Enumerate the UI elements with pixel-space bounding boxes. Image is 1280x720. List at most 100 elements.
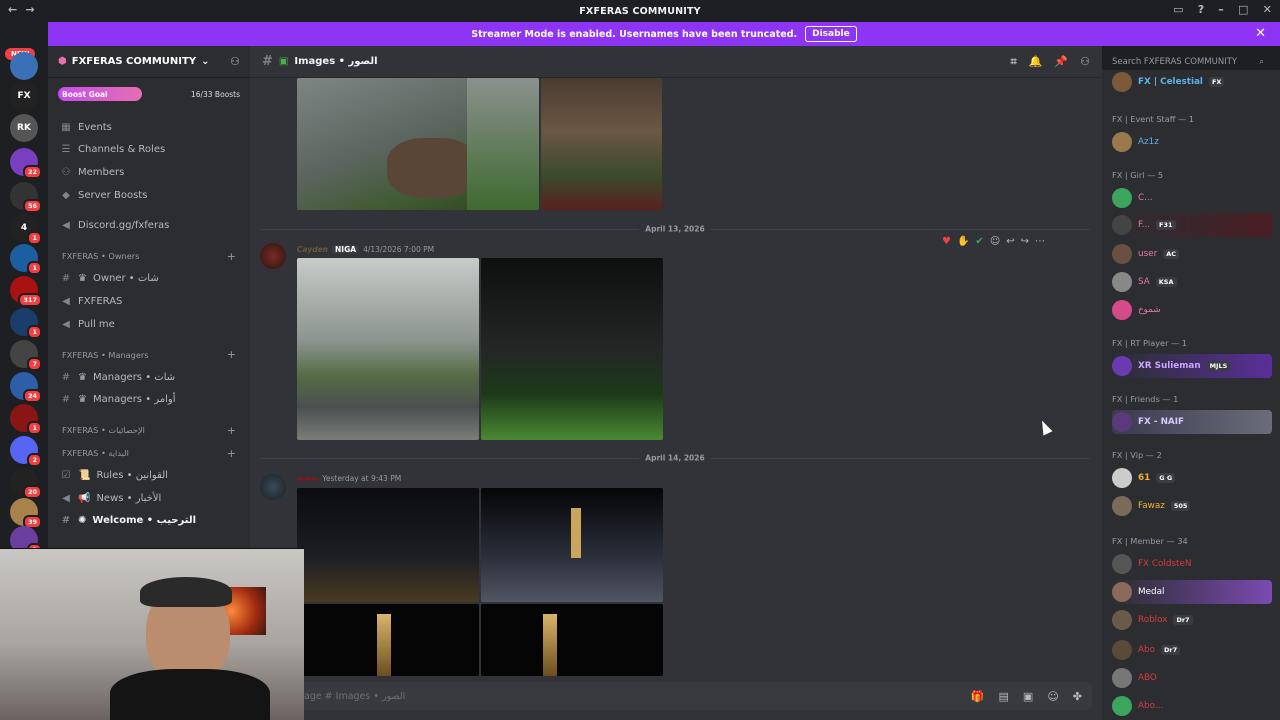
- channel-welcome[interactable]: # ✺ Welcome • الترحيب: [48, 510, 250, 533]
- sidebar-item-members[interactable]: ⚇ Members: [48, 161, 250, 184]
- check-reaction-icon[interactable]: ✔: [975, 236, 983, 247]
- server-icon[interactable]: 20: [10, 468, 42, 499]
- gif-icon[interactable]: ▤: [999, 690, 1009, 703]
- server-icon[interactable]: 41: [10, 214, 42, 245]
- gift-icon[interactable]: 🎁: [971, 690, 985, 703]
- server-icon[interactable]: 1: [10, 244, 42, 275]
- reply-icon[interactable]: ↩: [1006, 236, 1014, 247]
- bell-icon[interactable]: 🔔: [1029, 55, 1043, 69]
- member-item[interactable]: FX ColdsteN: [1112, 552, 1272, 576]
- member-item[interactable]: FX - NAIF: [1112, 410, 1272, 434]
- server-header[interactable]: ⬢ FXFERAS COMMUNITY ⌄ ⚇: [48, 46, 250, 78]
- server-icon[interactable]: 39: [10, 498, 42, 529]
- channel-owner-chat[interactable]: # ♛ Owner • شات: [48, 268, 250, 291]
- member-item[interactable]: user AC: [1112, 242, 1272, 266]
- server-fx-icon[interactable]: FX: [10, 82, 38, 110]
- member-item[interactable]: Medal: [1112, 580, 1272, 604]
- member-list-icon[interactable]: ⚇: [1080, 55, 1090, 69]
- inbox-icon[interactable]: ▭: [1173, 3, 1184, 16]
- sidebar-item-channels-roles[interactable]: ☰ Channels & Roles: [48, 139, 250, 162]
- member-item[interactable]: ABO: [1112, 666, 1272, 690]
- disable-streamer-button[interactable]: Disable: [805, 26, 857, 42]
- rules-icon: ☑: [61, 470, 71, 482]
- member-group-header: FX | Friends — 1: [1112, 394, 1179, 404]
- server-icon[interactable]: 2: [10, 436, 42, 467]
- message-author[interactable]: Cayden: [297, 245, 328, 254]
- emoji-icon[interactable]: ☺: [1047, 690, 1058, 703]
- apps-icon[interactable]: ✤: [1073, 690, 1082, 703]
- server-icon[interactable]: 317: [10, 276, 42, 307]
- message-image[interactable]: [297, 488, 479, 602]
- minimize-icon[interactable]: –: [1218, 3, 1224, 16]
- search-input[interactable]: Search FXFERAS COMMUNITY ⌕: [1108, 54, 1268, 70]
- server-icon[interactable]: 1: [10, 308, 42, 339]
- server-icon[interactable]: 22: [10, 148, 42, 179]
- close-banner-icon[interactable]: ✕: [1255, 26, 1266, 41]
- member-item[interactable]: 61 G G: [1112, 466, 1272, 490]
- more-icon[interactable]: ⋯: [1035, 236, 1045, 247]
- boost-goal[interactable]: Boost Goal 16/33 Boosts: [58, 86, 240, 102]
- channel-rules[interactable]: ☑ 📜 Rules • القوانين: [48, 464, 250, 487]
- channel-pull-me[interactable]: ◀ Pull me: [48, 313, 250, 336]
- channel-fxferas[interactable]: ◀ FXFERAS: [48, 290, 250, 313]
- sidebar-item-events[interactable]: ▦ Events: [48, 116, 250, 139]
- avatar[interactable]: [260, 243, 286, 269]
- message-image[interactable]: [297, 78, 539, 210]
- pin-icon[interactable]: 📌: [1054, 55, 1068, 69]
- member-item[interactable]: Roblox Dr7: [1112, 608, 1272, 632]
- sidebar-item-invite[interactable]: ◀ Discord.gg/fxferas: [48, 214, 250, 237]
- add-reaction-icon[interactable]: ☺: [990, 236, 1000, 247]
- member-item[interactable]: Az1z: [1112, 130, 1272, 154]
- sticker-icon[interactable]: ▣: [1023, 690, 1033, 703]
- forward-icon[interactable]: →: [25, 3, 34, 16]
- message-image[interactable]: [481, 604, 663, 676]
- add-member-icon[interactable]: ⚇: [230, 55, 240, 68]
- category-start[interactable]: FXFERAS • البداية +: [48, 442, 250, 465]
- server-icon[interactable]: 7: [10, 340, 42, 371]
- member-item[interactable]: Abo Dr7: [1112, 638, 1272, 662]
- channel-managers-commands[interactable]: # ♛ Managers • أوامر: [48, 389, 250, 412]
- back-icon[interactable]: ←: [8, 3, 17, 16]
- message-composer[interactable]: Message # Images • الصور 🎁 ▤ ▣ ☺ ✤: [270, 682, 1092, 710]
- category-managers[interactable]: FXFERAS • Managers +: [48, 343, 250, 366]
- category-owners[interactable]: FXFERAS • Owners +: [48, 245, 250, 268]
- heart-reaction-icon[interactable]: ♥: [942, 236, 951, 247]
- member-item[interactable]: XR Sulieman MJLS: [1112, 354, 1272, 378]
- member-item[interactable]: FX | Celestial FX: [1112, 70, 1272, 94]
- add-channel-icon[interactable]: +: [227, 348, 236, 361]
- member-item[interactable]: C...: [1112, 186, 1272, 210]
- server-icon[interactable]: 56: [10, 182, 42, 213]
- member-item[interactable]: شموخ: [1112, 298, 1272, 322]
- server-icon[interactable]: [10, 52, 38, 80]
- close-window-icon[interactable]: ✕: [1263, 3, 1272, 16]
- threads-icon[interactable]: ⌗: [1011, 55, 1017, 69]
- member-item[interactable]: Abo...: [1112, 694, 1272, 718]
- maximize-icon[interactable]: □: [1238, 3, 1249, 16]
- avatar: [1112, 640, 1132, 660]
- hands-reaction-icon[interactable]: ✋: [957, 236, 969, 247]
- speaker-icon: ◀: [62, 295, 70, 307]
- member-item[interactable]: Fawaz 505: [1112, 494, 1272, 518]
- add-channel-icon[interactable]: +: [227, 447, 236, 460]
- sidebar-item-server-boosts[interactable]: ◆ Server Boosts: [48, 184, 250, 207]
- message-image[interactable]: [297, 604, 479, 676]
- forward-icon[interactable]: ↪: [1021, 236, 1029, 247]
- nav-arrows: ← →: [8, 3, 35, 16]
- category-stats[interactable]: FXFERAS • الإحصائيات +: [48, 419, 250, 442]
- add-channel-icon[interactable]: +: [227, 424, 236, 437]
- message-image[interactable]: [541, 78, 662, 210]
- channel-managers-chat[interactable]: # ♛ Managers • شات: [48, 366, 250, 389]
- message-author[interactable]: ▬▬▬: [297, 474, 318, 483]
- member-item[interactable]: F... F31: [1112, 213, 1272, 237]
- message-image[interactable]: [481, 258, 663, 440]
- avatar[interactable]: [260, 474, 286, 500]
- channel-news[interactable]: ◀ 📢 News • الأخبار: [48, 487, 250, 510]
- message-image[interactable]: [481, 488, 663, 602]
- server-icon[interactable]: 1: [10, 404, 42, 435]
- server-icon[interactable]: RK: [10, 114, 38, 142]
- add-channel-icon[interactable]: +: [227, 250, 236, 263]
- help-icon[interactable]: ?: [1198, 3, 1205, 16]
- member-item[interactable]: SA KSA: [1112, 270, 1272, 294]
- server-icon[interactable]: 24: [10, 372, 42, 403]
- message-image[interactable]: [297, 258, 479, 440]
